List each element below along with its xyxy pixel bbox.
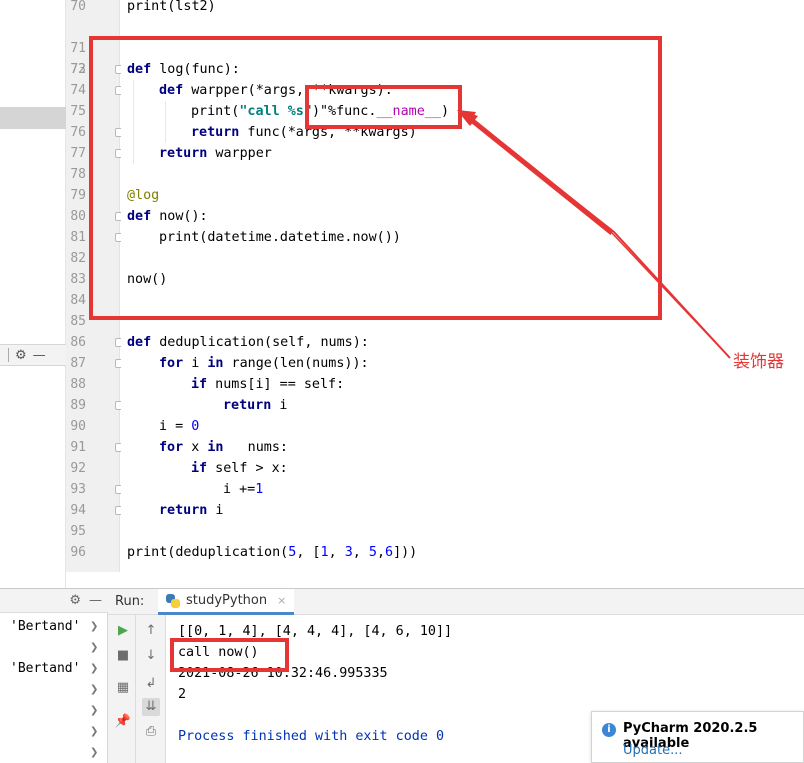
- variable-value: 'Bertand': [10, 619, 81, 634]
- line-number: 96: [70, 545, 86, 560]
- line-number: 82: [70, 251, 86, 266]
- chevron-right-icon[interactable]: ❯: [90, 684, 100, 695]
- chevron-right-icon[interactable]: ❯: [90, 705, 100, 716]
- divider: [8, 348, 9, 362]
- line-number: 75: [70, 104, 86, 119]
- line-number: 89: [70, 398, 86, 413]
- line-number: 91: [70, 440, 86, 455]
- line-number: 71: [70, 41, 86, 56]
- chevron-right-icon[interactable]: ❯: [90, 642, 100, 653]
- console-line: 2: [178, 687, 187, 702]
- line-number: 73: [70, 62, 86, 77]
- code-line-93[interactable]: i +=1: [223, 479, 263, 500]
- code-line-86[interactable]: def deduplication(self, nums):: [127, 332, 369, 353]
- line-number: 95: [70, 524, 86, 539]
- gear-icon[interactable]: ⚙: [15, 348, 27, 363]
- tab-studypython[interactable]: studyPython ×: [158, 589, 295, 615]
- print-icon[interactable]: ⎙: [142, 723, 160, 741]
- run-tab-label: studyPython: [186, 593, 268, 608]
- soft-wrap-icon[interactable]: ↲: [142, 675, 160, 693]
- code-line-90[interactable]: i = 0: [159, 416, 199, 437]
- code-line-96[interactable]: print(deduplication(5, [1, 3, 5,6])): [127, 542, 417, 563]
- arrow-up-icon[interactable]: ↑: [142, 622, 160, 640]
- chevron-right-icon[interactable]: ❯: [90, 621, 100, 632]
- line-number: 77: [70, 146, 86, 161]
- line-number: 79: [70, 188, 86, 203]
- layout-icon[interactable]: ▦: [114, 679, 132, 697]
- annotation-box-output: [170, 638, 289, 672]
- rerun-button[interactable]: ▶: [114, 622, 132, 640]
- annotation-label: 装饰器: [733, 352, 784, 372]
- line-number: 94: [70, 503, 86, 518]
- code-line-88[interactable]: if nums[i] == self:: [191, 374, 344, 395]
- variable-value: 'Bertand': [10, 661, 81, 676]
- update-notification[interactable]: i PyCharm 2020.2.5 available Update...: [591, 711, 804, 763]
- update-link[interactable]: Update...: [623, 743, 682, 758]
- line-number: 93: [70, 482, 86, 497]
- chevron-right-icon[interactable]: ❯: [90, 726, 100, 737]
- python-icon: [166, 593, 180, 608]
- run-toolbar-primary: ▶ ■ ▦ 📌: [108, 615, 136, 763]
- line-number: 86: [70, 335, 86, 350]
- line-number: 70: [70, 0, 86, 14]
- close-icon[interactable]: ×: [277, 594, 286, 607]
- pin-icon[interactable]: 📌: [114, 713, 132, 731]
- line-number: 84: [70, 293, 86, 308]
- minimize-icon[interactable]: —: [33, 348, 46, 363]
- chevron-right-icon[interactable]: ❯: [90, 747, 100, 758]
- line-number: 80: [70, 209, 86, 224]
- code-line-94[interactable]: return i: [159, 500, 224, 521]
- code-line-89[interactable]: return i: [223, 395, 288, 416]
- scroll-to-end-icon[interactable]: ⇊: [142, 698, 160, 716]
- line-number: 85: [70, 314, 86, 329]
- run-panel-header: Run: studyPython ×: [108, 589, 804, 615]
- minimize-icon[interactable]: —: [89, 593, 102, 608]
- annotation-box-name: [305, 85, 462, 129]
- line-number: 81: [70, 230, 86, 245]
- code-line-92[interactable]: if self > x:: [191, 458, 288, 479]
- info-icon: i: [602, 723, 616, 737]
- line-number: 88: [70, 377, 86, 392]
- code-line-87[interactable]: for i in range(len(nums)):: [159, 353, 369, 374]
- line-number: 76: [70, 125, 86, 140]
- project-selected-row[interactable]: [0, 107, 66, 129]
- code-line-70[interactable]: print(lst2): [127, 0, 216, 17]
- chevron-right-icon[interactable]: ❯: [90, 663, 100, 674]
- line-number: 74: [70, 83, 86, 98]
- run-label: Run:: [115, 594, 145, 609]
- line-number: 92: [70, 461, 86, 476]
- line-number: 83: [70, 272, 86, 287]
- arrow-down-icon[interactable]: ↓: [142, 647, 160, 665]
- run-toolbar-secondary: ↑ ↓ ↲ ⇊ ⎙: [136, 615, 166, 763]
- console-exit-line: Process finished with exit code 0: [178, 729, 445, 744]
- project-panel-toolbar: ⚙ —: [0, 344, 66, 366]
- line-number: 90: [70, 419, 86, 434]
- annotation-box-decorator: [89, 36, 662, 320]
- variables-toolbar: ⚙ —: [0, 589, 108, 613]
- code-line-91[interactable]: for x in nums:: [159, 437, 288, 458]
- line-number: 87: [70, 356, 86, 371]
- project-panel: [0, 0, 66, 590]
- variables-panel: ⚙ — 'Bertand' 'Bertand' ❯ ❯ ❯ ❯ ❯ ❯ ❯: [0, 589, 108, 763]
- stop-button[interactable]: ■: [114, 647, 132, 665]
- line-number: 78: [70, 167, 86, 182]
- gear-icon[interactable]: ⚙: [69, 593, 81, 608]
